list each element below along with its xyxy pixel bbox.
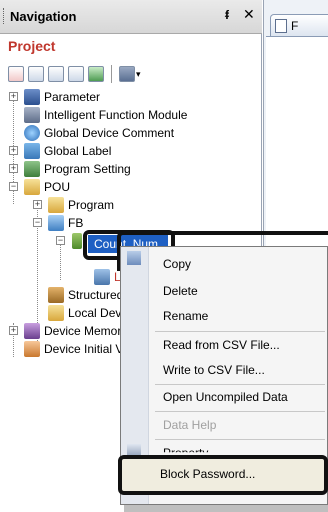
- tree-item-program[interactable]: + Program: [0, 196, 262, 214]
- tree-item-label: Program: [68, 198, 115, 212]
- network-icon[interactable]: [119, 66, 135, 82]
- menu-item-delete[interactable]: Delete: [163, 284, 198, 298]
- program-setting-icon: [24, 161, 40, 177]
- folder-icon: [48, 197, 64, 213]
- tree-item-label: Parameter: [44, 90, 101, 104]
- tree-item-label: Program Setting: [44, 162, 131, 176]
- panel-grip[interactable]: [3, 8, 6, 24]
- folder-icon: [24, 179, 40, 195]
- document-icon: [275, 19, 287, 33]
- tree-item-global-device-comment[interactable]: Global Device Comment: [0, 124, 262, 142]
- tree-item-label: Intelligent Function Module: [44, 108, 188, 122]
- tree-item-label: Local Dev: [68, 306, 122, 320]
- expand-icon[interactable]: +: [9, 326, 18, 335]
- menu-item-rename[interactable]: Rename: [163, 309, 208, 323]
- structure-icon: [48, 287, 64, 303]
- function-block-icon: [72, 233, 82, 249]
- new-data-icon[interactable]: [8, 66, 24, 82]
- property-icon[interactable]: [68, 66, 84, 82]
- menu-item-block-password-highlight[interactable]: Block Password...: [118, 455, 328, 495]
- menu-separator: [155, 384, 325, 385]
- globe-icon: [24, 125, 40, 141]
- folder-icon: [48, 305, 64, 321]
- paste-icon[interactable]: [48, 66, 64, 82]
- expand-icon[interactable]: +: [9, 146, 18, 155]
- close-button[interactable]: ✕: [243, 6, 255, 23]
- menu-item-open-uncompiled-data[interactable]: Open Uncompiled Data: [163, 390, 288, 404]
- refresh-icon[interactable]: [88, 66, 104, 82]
- chevron-down-icon[interactable]: ▾: [136, 69, 141, 80]
- module-icon: [24, 107, 40, 123]
- tree-item-label: Global Device Comment: [44, 126, 175, 140]
- navigation-toolbar: ▾: [8, 63, 141, 85]
- tree-item-label: FB: [68, 216, 84, 230]
- collapse-icon[interactable]: −: [56, 236, 65, 245]
- tree-item-intelligent-function-module[interactable]: Intelligent Function Module: [0, 106, 262, 124]
- tab-label: F: [291, 19, 299, 33]
- local-label-icon: [94, 269, 110, 285]
- expand-icon[interactable]: +: [9, 164, 18, 173]
- expand-icon[interactable]: +: [9, 92, 18, 101]
- menu-item-copy[interactable]: Copy: [163, 257, 191, 271]
- fb-folder-icon: [48, 215, 64, 231]
- collapse-icon[interactable]: −: [9, 182, 18, 191]
- tree-item-global-label[interactable]: + Global Label: [0, 142, 262, 160]
- navigation-title: Navigation: [10, 9, 77, 24]
- device-initial-icon: [24, 341, 40, 357]
- project-label: Project: [8, 38, 56, 54]
- tree-item-label: Device Initial V: [44, 342, 124, 356]
- menu-separator: [155, 411, 325, 412]
- expand-icon[interactable]: +: [33, 200, 42, 209]
- tree-item-label: Structured: [68, 288, 124, 302]
- global-label-icon: [24, 143, 40, 159]
- parameter-icon: [24, 89, 40, 105]
- copy-icon: [127, 251, 141, 265]
- pin-button[interactable]: ᵮ: [225, 8, 229, 22]
- device-memory-icon: [24, 323, 40, 339]
- tree-item-count-num-expander: −: [0, 232, 82, 250]
- menu-item-write-to-csv[interactable]: Write to CSV File...: [163, 363, 265, 377]
- tab-editor[interactable]: F: [270, 14, 328, 36]
- tree-item-label: Device Memor: [44, 324, 122, 338]
- collapse-icon[interactable]: −: [33, 218, 42, 227]
- menu-separator: [155, 331, 325, 332]
- toolbar-divider: [111, 65, 112, 83]
- tree-item-parameter[interactable]: + Parameter: [0, 88, 262, 106]
- menu-separator: [155, 439, 325, 440]
- tree-item-pou[interactable]: − POU: [0, 178, 262, 196]
- tree-item-label: POU: [44, 180, 71, 194]
- copy-icon[interactable]: [28, 66, 44, 82]
- navigation-header: Navigation ᵮ ✕: [0, 0, 262, 34]
- menu-item-data-help: Data Help: [163, 418, 217, 432]
- tree-item-program-setting[interactable]: + Program Setting: [0, 160, 262, 178]
- menu-item-block-password[interactable]: Block Password...: [160, 467, 255, 481]
- menu-item-read-from-csv[interactable]: Read from CSV File...: [163, 338, 280, 352]
- tree-item-label: Global Label: [44, 144, 112, 158]
